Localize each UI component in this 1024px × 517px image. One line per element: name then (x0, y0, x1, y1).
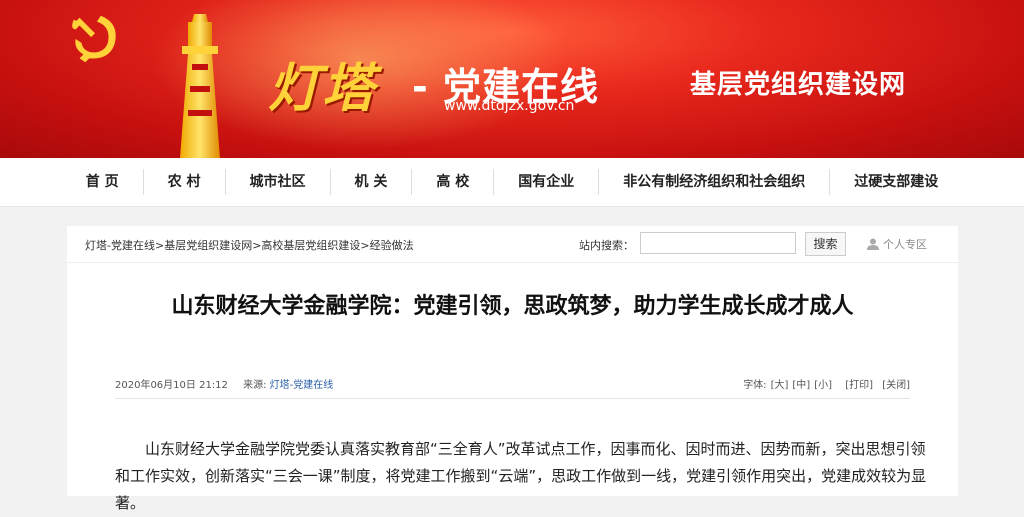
search-input[interactable] (640, 232, 796, 254)
breadcrumb-link-home[interactable]: 灯塔-党建在线 (85, 239, 155, 252)
personal-zone-link[interactable]: 个人专区 (867, 236, 927, 252)
print-button[interactable]: [打印] (845, 380, 873, 391)
article-meta: 2020年06月10日 21:12 来源: 灯塔-党建在线 字体: [大] [中] [… (115, 376, 910, 399)
close-button[interactable]: [关闭] (882, 380, 910, 391)
breadcrumb-link-experience[interactable]: >经验做法 (360, 239, 413, 252)
breadcrumb-link-universities[interactable]: >高校基层党组织建设 (252, 239, 360, 252)
source-label: 来源: (243, 380, 267, 391)
logo-url: www.dtdjzx.gov.cn (444, 98, 575, 114)
breadcrumb: 灯塔-党建在线>基层党组织建设网>高校基层党组织建设>经验做法 (85, 237, 414, 253)
site-banner: 灯塔 - 党建在线 www.dtdjzx.gov.cn 基层党组织建设网 (0, 0, 1024, 158)
font-controls: 字体: [大] [中] [小] [打印] [关闭] (739, 376, 910, 391)
breadcrumb-link-site[interactable]: >基层党组织建设网 (155, 239, 252, 252)
article-panel: 灯塔-党建在线>基层党组织建设网>高校基层党组织建设>经验做法 站内搜索： 搜索… (67, 226, 958, 512)
font-label: 字体: (743, 380, 767, 391)
font-large-button[interactable]: [大] (771, 380, 789, 391)
font-medium-button[interactable]: [中] (792, 380, 810, 391)
nav-item-rural[interactable]: 农 村 (142, 169, 225, 195)
logo-main-text: 灯塔 (268, 58, 377, 119)
site-name: 基层党组织建设网 (690, 70, 907, 100)
nav-item-branch[interactable]: 过硬支部建设 (829, 169, 962, 195)
source-link[interactable]: 灯塔-党建在线 (270, 380, 334, 391)
article-date: 2020年06月10日 21:12 (115, 380, 228, 391)
main-nav: 首 页 农 村 城市社区 机 关 高 校 国有企业 非公有制经济组织和社会组织 … (0, 158, 1024, 207)
nav-item-community[interactable]: 城市社区 (224, 169, 330, 195)
font-small-button[interactable]: [小] (814, 380, 832, 391)
personal-zone-label: 个人专区 (883, 238, 927, 251)
lighthouse-icon (180, 14, 220, 158)
search-button[interactable]: 搜索 (805, 232, 846, 256)
article-topbar: 灯塔-党建在线>基层党组织建设网>高校基层党组织建设>经验做法 站内搜索： 搜索… (67, 226, 958, 263)
party-emblem-icon (72, 15, 116, 63)
article-title: 山东财经大学金融学院：党建引领，思政筑梦，助力学生成长成才成人 (171, 294, 854, 319)
article-source: 来源: 灯塔-党建在线 (243, 380, 333, 391)
article-body: 山东财经大学金融学院党委认真落实教育部“三全育人”改革试点工作，因事而化、因时而… (115, 440, 927, 512)
nav-item-universities[interactable]: 高 校 (411, 169, 493, 195)
nav-item-home[interactable]: 首 页 (62, 169, 143, 195)
search-label: 站内搜索： (579, 239, 634, 252)
nav-item-agencies[interactable]: 机 关 (329, 169, 412, 195)
nav-item-soe[interactable]: 国有企业 (493, 169, 598, 195)
user-icon (867, 238, 879, 250)
nav-item-nonpublic[interactable]: 非公有制经济组织和社会组织 (598, 169, 829, 195)
